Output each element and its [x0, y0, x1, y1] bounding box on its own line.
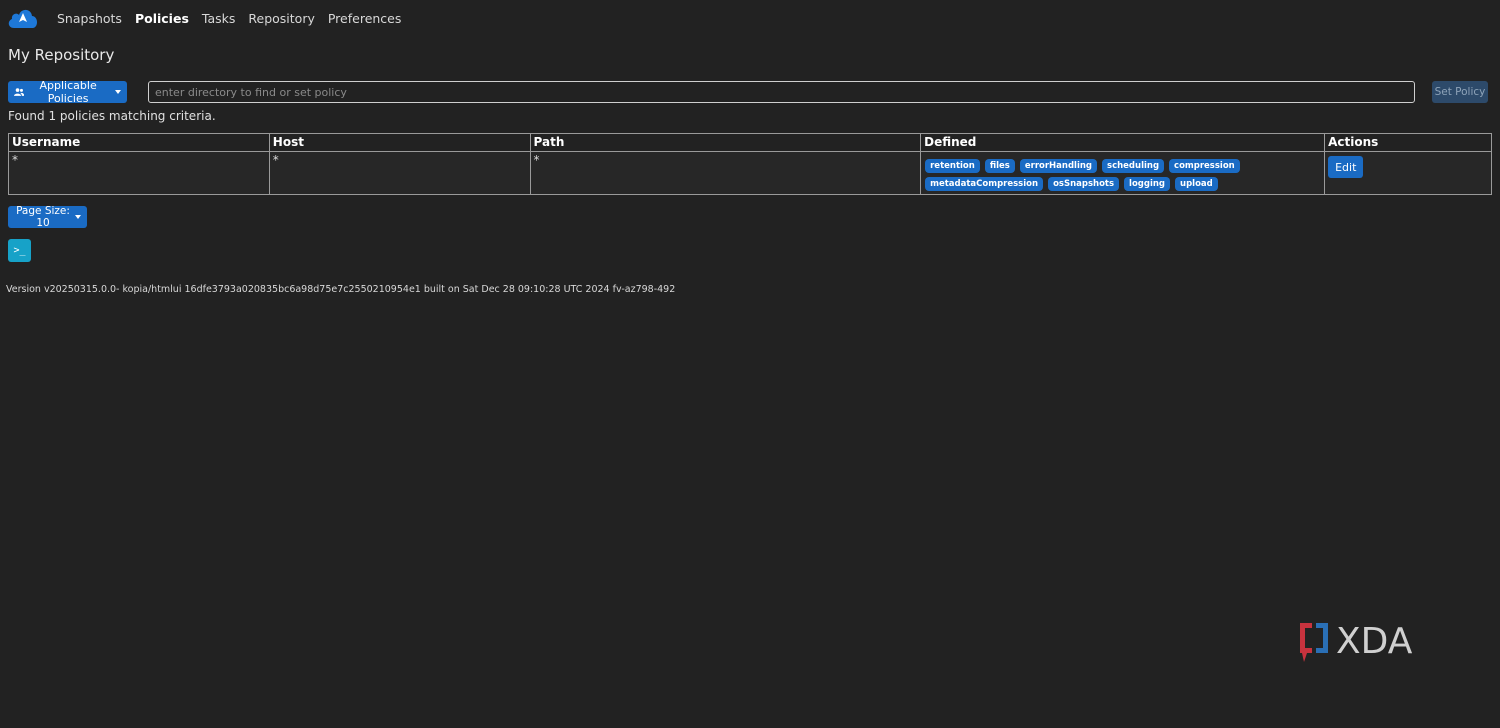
cell-path: *: [529, 151, 922, 195]
cell-defined: retention files errorHandling scheduling…: [920, 151, 1326, 195]
terminal-icon[interactable]: >_: [8, 239, 31, 262]
column-header-defined[interactable]: Defined: [920, 133, 1326, 152]
cell-actions: Edit: [1324, 151, 1492, 195]
nav-policies[interactable]: Policies: [135, 11, 189, 26]
badge-upload: upload: [1175, 177, 1218, 191]
nav-links: Snapshots Policies Tasks Repository Pref…: [57, 11, 414, 26]
caret-down-icon: [75, 215, 81, 219]
xda-watermark-logo: XDA: [1300, 621, 1413, 662]
defined-badges: retention files errorHandling scheduling…: [924, 153, 1319, 191]
navbar: Snapshots Policies Tasks Repository Pref…: [0, 0, 1500, 38]
set-policy-button[interactable]: Set Policy: [1432, 81, 1488, 103]
badge-retention: retention: [925, 159, 980, 173]
page-size-dropdown[interactable]: Page Size: 10: [8, 205, 87, 229]
nav-repository[interactable]: Repository: [248, 11, 314, 26]
policies-table: Username Host Path Defined Actions * * *…: [8, 133, 1492, 195]
nav-preferences[interactable]: Preferences: [328, 11, 402, 26]
badge-scheduling: scheduling: [1102, 159, 1165, 173]
page-title: My Repository: [8, 46, 115, 64]
column-header-host[interactable]: Host: [268, 133, 531, 152]
page-size-label: Page Size: 10: [16, 205, 70, 229]
kopia-cloud-logo-icon[interactable]: [6, 6, 40, 30]
badge-os-snapshots: osSnapshots: [1048, 177, 1120, 191]
cell-username: *: [8, 151, 270, 195]
column-header-actions[interactable]: Actions: [1324, 133, 1492, 152]
svg-text:XDA: XDA: [1336, 621, 1413, 662]
badge-error-handling: errorHandling: [1019, 159, 1098, 173]
directory-input[interactable]: [148, 81, 1415, 103]
applicable-policies-dropdown[interactable]: Applicable Policies: [8, 79, 127, 105]
table-header-row: Username Host Path Defined Actions: [8, 133, 1492, 152]
column-header-username[interactable]: Username: [8, 133, 270, 152]
cell-host: *: [268, 151, 531, 195]
caret-down-icon: [115, 90, 121, 94]
nav-tasks[interactable]: Tasks: [202, 11, 236, 26]
column-header-path[interactable]: Path: [529, 133, 922, 152]
badge-compression: compression: [1169, 159, 1240, 173]
badge-logging: logging: [1124, 177, 1171, 191]
table-row: * * * retention files errorHandling sche…: [8, 151, 1492, 195]
users-icon: [14, 88, 25, 96]
version-info: Version v20250315.0.0- kopia/htmlui 16df…: [6, 284, 676, 295]
found-policies-text: Found 1 policies matching criteria.: [8, 109, 216, 123]
badge-files: files: [984, 159, 1015, 173]
edit-button[interactable]: Edit: [1328, 156, 1364, 178]
applicable-policies-label: Applicable Policies: [39, 79, 97, 105]
nav-snapshots[interactable]: Snapshots: [57, 11, 122, 26]
badge-metadata-compression: metadataCompression: [925, 177, 1044, 191]
